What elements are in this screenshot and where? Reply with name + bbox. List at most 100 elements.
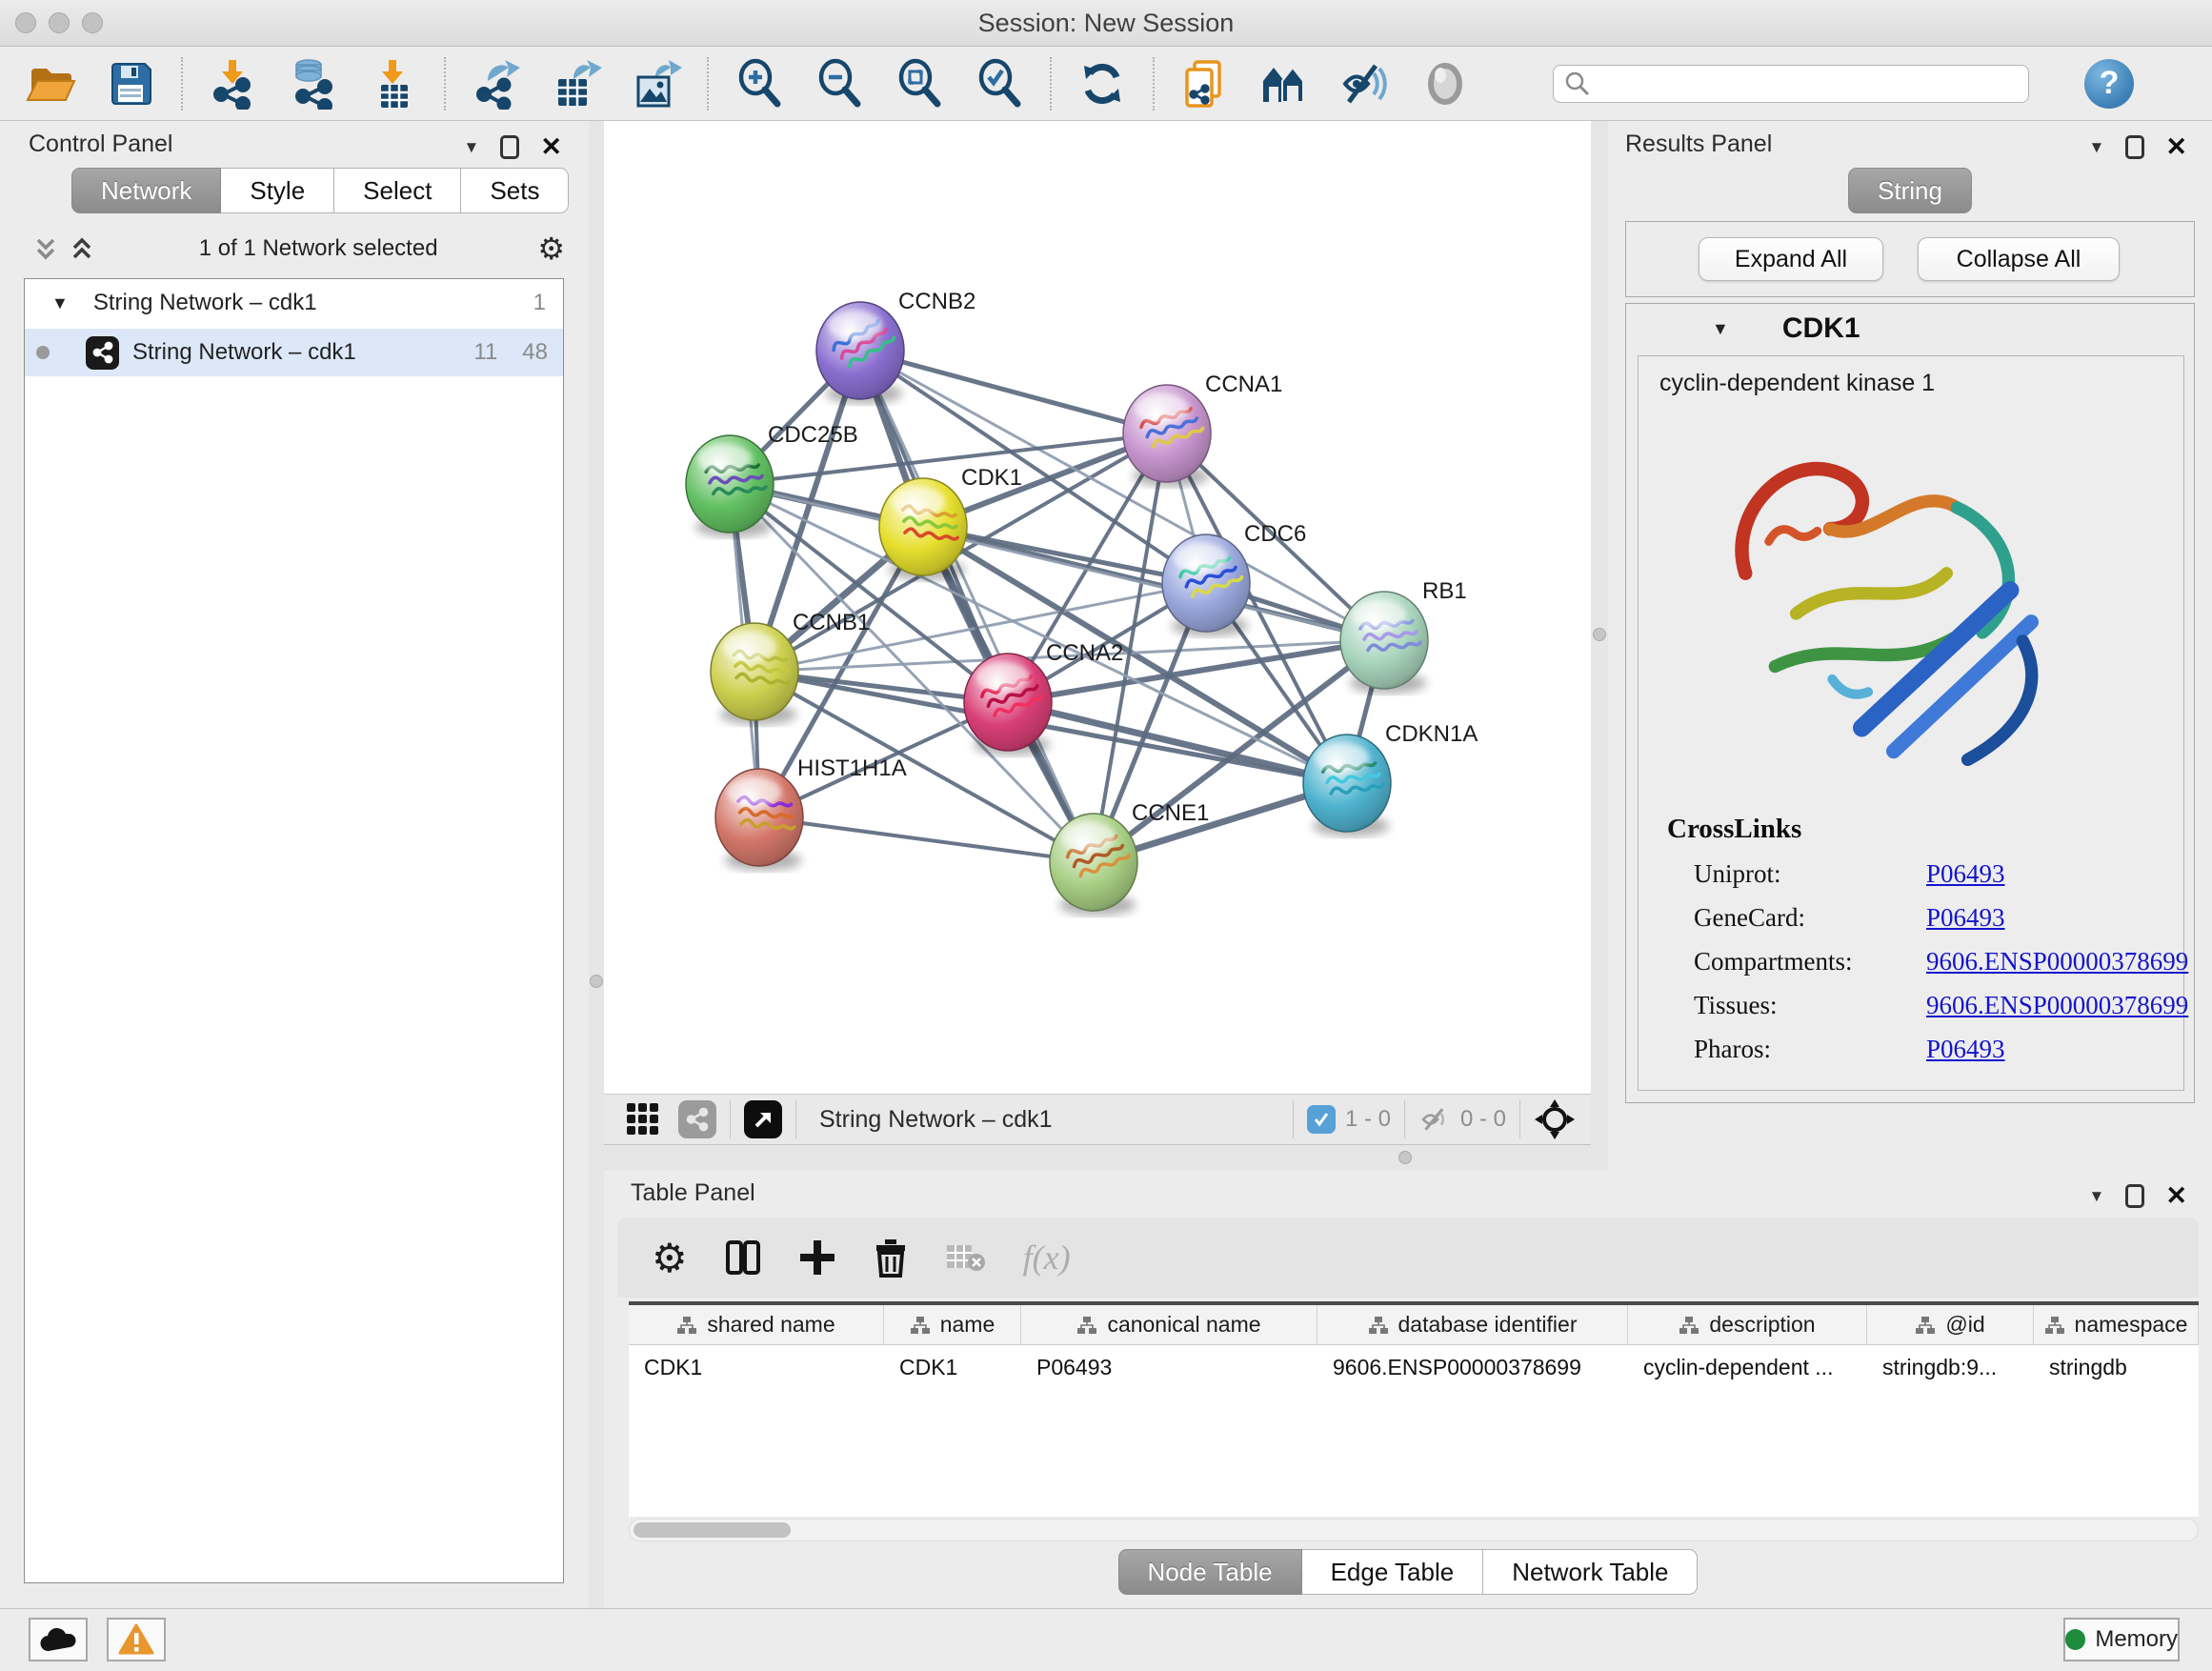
- cloud-button[interactable]: [29, 1618, 88, 1661]
- table-splitter-handle[interactable]: [1398, 1151, 1412, 1164]
- table-row[interactable]: CDK1CDK1P064939606.ENSP00000378699cyclin…: [629, 1345, 2199, 1389]
- tab-sets[interactable]: Sets: [461, 168, 569, 213]
- open-in-new-window-button[interactable]: [744, 1100, 782, 1138]
- results-panel-collapse-icon[interactable]: ▼: [2089, 138, 2105, 157]
- tab-edge-table[interactable]: Edge Table: [1302, 1549, 1484, 1595]
- node-CDC6[interactable]: [1162, 534, 1250, 636]
- node-CDK1[interactable]: [879, 478, 967, 580]
- zoom-selected-button[interactable]: [974, 58, 1025, 110]
- tab-string[interactable]: String: [1848, 168, 1972, 213]
- export-image-button[interactable]: [631, 58, 682, 110]
- show-columns-icon[interactable]: [724, 1238, 762, 1277]
- table-cell[interactable]: CDK1: [884, 1345, 1021, 1389]
- import-network-database-button[interactable]: [288, 58, 339, 110]
- column-header-namespace[interactable]: namespace: [2034, 1305, 2199, 1344]
- network-row[interactable]: String Network – cdk1 11 48: [25, 329, 563, 376]
- node-CDC25B[interactable]: [686, 435, 774, 537]
- table-cell[interactable]: stringdb: [2034, 1345, 2199, 1389]
- warnings-button[interactable]: [107, 1618, 166, 1661]
- network-collection-row[interactable]: ▼ String Network – cdk1 1: [25, 279, 563, 327]
- control-panel-collapse-icon[interactable]: ▼: [464, 138, 480, 157]
- table-panel-float-icon[interactable]: [2125, 1184, 2144, 1208]
- entry-collapse-icon[interactable]: ▼: [1712, 319, 1729, 339]
- edge-CCNE1-HIST1H1A[interactable]: [759, 817, 1094, 862]
- search-input[interactable]: [1592, 70, 2011, 98]
- attribute-table[interactable]: shared namenamecanonical namedatabase id…: [629, 1301, 2199, 1517]
- zoom-out-button[interactable]: [814, 58, 865, 110]
- export-table-button[interactable]: [551, 58, 602, 110]
- crosslink-link[interactable]: 9606.ENSP00000378699: [1926, 947, 2188, 976]
- node-CCNB1[interactable]: [711, 623, 798, 725]
- help-button[interactable]: ?: [2084, 59, 2134, 109]
- hide-glass-effect-button[interactable]: [1339, 58, 1391, 110]
- tab-select[interactable]: Select: [334, 168, 461, 213]
- export-network-button[interactable]: [471, 58, 522, 110]
- edge-CCNB2-CCNA1[interactable]: [860, 351, 1167, 433]
- network-options-gear-icon[interactable]: ⚙: [537, 231, 565, 267]
- node-CCNB2[interactable]: [816, 302, 904, 404]
- node-RB1[interactable]: [1340, 592, 1428, 694]
- delete-trash-icon[interactable]: [873, 1238, 909, 1278]
- collapse-all-button[interactable]: Collapse All: [1918, 237, 2120, 281]
- tab-network[interactable]: Network: [71, 168, 221, 213]
- crosslink-link[interactable]: 9606.ENSP00000378699: [1926, 991, 2188, 1020]
- table-panel-collapse-icon[interactable]: ▼: [2089, 1187, 2105, 1206]
- selected-checkbox-icon[interactable]: [1307, 1105, 1336, 1134]
- column-header-database-identifier[interactable]: database identifier: [1317, 1305, 1628, 1344]
- table-cell[interactable]: CDK1: [629, 1345, 884, 1389]
- table-cell[interactable]: stringdb:9...: [1867, 1345, 2034, 1389]
- left-splitter-handle[interactable]: [590, 975, 603, 988]
- show-glass-effect-button[interactable]: [1419, 58, 1471, 110]
- edge-CCNA2-CDKN1A[interactable]: [1008, 702, 1347, 783]
- memory-button[interactable]: Memory: [2063, 1618, 2180, 1661]
- control-panel-close-icon[interactable]: ✕: [540, 132, 562, 162]
- table-cell[interactable]: P06493: [1021, 1345, 1317, 1389]
- toolbar-search-field[interactable]: [1553, 65, 2029, 103]
- table-settings-gear-icon[interactable]: ⚙: [652, 1235, 688, 1281]
- column-header-description[interactable]: description: [1628, 1305, 1867, 1344]
- add-column-plus-icon[interactable]: [798, 1238, 836, 1277]
- collapse-all-chevron-icon[interactable]: [67, 234, 99, 263]
- table-hscrollbar[interactable]: [629, 1519, 2199, 1541]
- apply-layout-button[interactable]: [1076, 58, 1128, 110]
- right-splitter[interactable]: [1591, 121, 1608, 1145]
- node-CCNA2[interactable]: [964, 654, 1052, 755]
- tab-network-table[interactable]: Network Table: [1483, 1549, 1698, 1595]
- string-view-button[interactable]: [678, 1100, 716, 1138]
- string-home-button[interactable]: [1259, 58, 1311, 110]
- zoom-in-button[interactable]: [734, 58, 785, 110]
- expand-all-chevron-icon[interactable]: [30, 234, 63, 263]
- birds-eye-view-button[interactable]: [625, 1101, 661, 1137]
- results-panel-close-icon[interactable]: ✕: [2165, 132, 2187, 162]
- open-session-button[interactable]: [25, 58, 76, 110]
- network-canvas[interactable]: CCNB2CCNA1CDC25BCDK1CDC6RB1CCNB1CCNA2CDK…: [604, 121, 1591, 1094]
- node-CDKN1A[interactable]: [1303, 735, 1391, 836]
- hscrollbar-thumb[interactable]: [633, 1522, 791, 1538]
- node-CCNA1[interactable]: [1123, 385, 1211, 487]
- crosslink-link[interactable]: P06493: [1926, 859, 2005, 889]
- left-splitter[interactable]: [589, 121, 604, 1608]
- tree-expand-icon[interactable]: ▼: [51, 293, 69, 313]
- node-HIST1H1A[interactable]: [715, 769, 803, 871]
- minimize-window-icon[interactable]: [49, 12, 70, 33]
- zoom-fit-button[interactable]: [894, 58, 945, 110]
- column-header-shared-name[interactable]: shared name: [629, 1305, 884, 1344]
- crosshair-icon[interactable]: [1534, 1098, 1576, 1140]
- maximize-window-icon[interactable]: [82, 12, 103, 33]
- save-session-button[interactable]: [105, 58, 156, 110]
- node-CCNE1[interactable]: [1050, 814, 1137, 916]
- crosslink-link[interactable]: P06493: [1926, 903, 2005, 933]
- import-table-file-button[interactable]: [368, 58, 419, 110]
- traffic-lights[interactable]: [15, 12, 103, 33]
- close-window-icon[interactable]: [15, 12, 36, 33]
- tab-node-table[interactable]: Node Table: [1118, 1549, 1302, 1595]
- import-network-file-button[interactable]: [208, 58, 259, 110]
- crosslink-link[interactable]: P06493: [1926, 1035, 2005, 1064]
- table-cell[interactable]: cyclin-dependent ...: [1628, 1345, 1867, 1389]
- table-panel-close-icon[interactable]: ✕: [2165, 1181, 2187, 1211]
- tab-style[interactable]: Style: [221, 168, 334, 213]
- network-graph[interactable]: CCNB2CCNA1CDC25BCDK1CDC6RB1CCNB1CCNA2CDK…: [604, 121, 1591, 1094]
- control-panel-float-icon[interactable]: [500, 135, 519, 159]
- expand-all-button[interactable]: Expand All: [1699, 237, 1883, 281]
- table-cell[interactable]: 9606.ENSP00000378699: [1317, 1345, 1628, 1389]
